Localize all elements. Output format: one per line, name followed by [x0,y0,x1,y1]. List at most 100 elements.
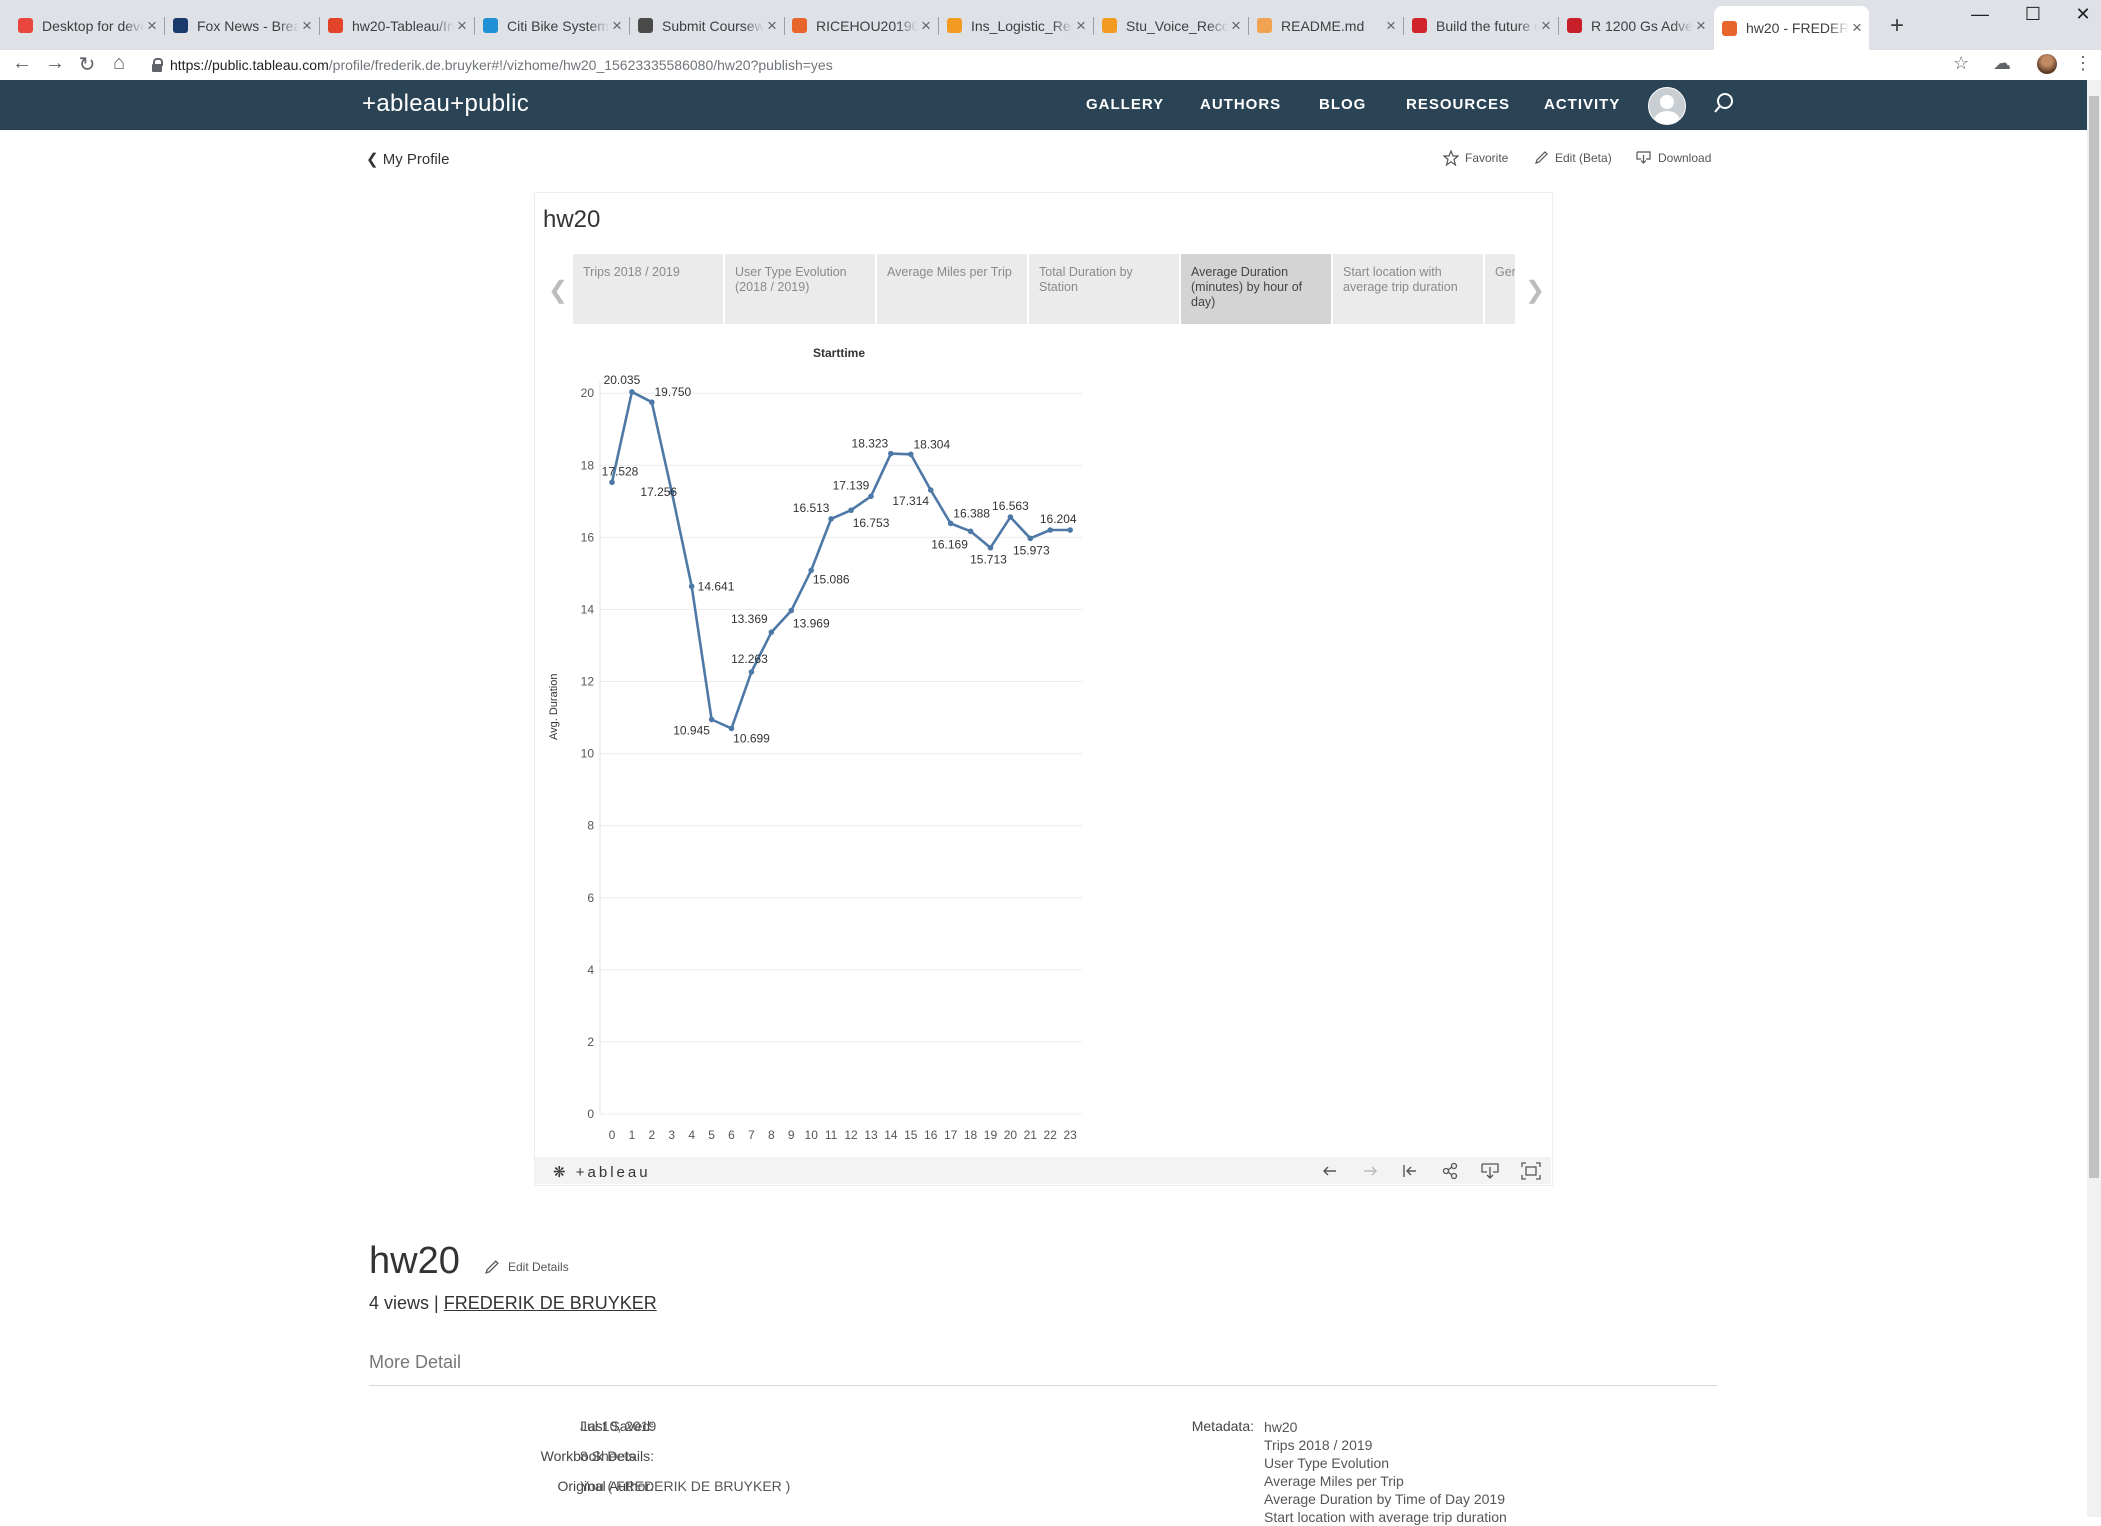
revert-icon[interactable] [1399,1161,1421,1181]
close-tab-icon[interactable]: × [1073,16,1089,36]
sheet-tab-avg-miles[interactable]: Average Miles per Trip [877,254,1027,324]
nav-gallery[interactable]: GALLERY [1086,96,1164,113]
sheet-tab-trips[interactable]: Trips 2018 / 2019 [573,254,723,324]
new-tab-button[interactable]: + [1890,12,1904,40]
tab-title: Stu_Voice_Recogn [1126,17,1228,34]
download-button[interactable]: Download [1635,150,1711,165]
close-tab-icon[interactable]: × [1538,16,1554,36]
sheet-tab-start-location[interactable]: Start location with average trip duratio… [1333,254,1483,324]
close-window-icon[interactable]: ✕ [2068,4,2098,25]
browser-tab[interactable]: hw20 - FREDERIK× [1714,6,1869,50]
edit-beta-button[interactable]: Edit (Beta) [1534,150,1612,165]
tableau-mark-icon: ❋ [553,1164,569,1181]
browser-tab[interactable]: Submit Coursewo × [630,9,785,42]
sheet-tab-user-type[interactable]: User Type Evolution (2018 / 2019) [725,254,875,324]
close-tab-icon[interactable]: × [1228,16,1244,36]
close-tab-icon[interactable]: × [144,16,160,36]
page-scrollbar-thumb[interactable] [2089,96,2099,1178]
sheet-tab-gen-dur[interactable]: Gen Dur [1485,254,1515,324]
undo-icon[interactable] [1319,1161,1341,1181]
close-tab-icon[interactable]: × [764,16,780,36]
tab-favicon-icon [638,18,653,33]
metadata-item: User Type Evolution [1264,1455,1390,1471]
extension-icon[interactable]: ☁ [1993,53,2011,74]
close-tab-icon[interactable]: × [1693,16,1709,36]
section-divider [369,1385,1717,1386]
tab-favicon-icon [173,18,188,33]
last-saved-value: Jul 10, 2019 [580,1418,657,1434]
tabs-prev-arrow-icon[interactable]: ❮ [548,276,568,305]
reload-icon[interactable]: ↻ [74,52,100,77]
browser-tab[interactable]: hw20-Tableau/In × [320,9,475,42]
edit-details-label: Edit Details [508,1260,569,1274]
nav-authors[interactable]: AUTHORS [1200,96,1281,113]
tab-title: Submit Coursewo [662,17,764,34]
kebab-menu-icon[interactable]: ⋮ [2074,53,2092,74]
favorite-button[interactable]: Favorite [1443,150,1508,166]
browser-tab[interactable]: Citi Bike System D× [475,9,630,42]
tab-favicon-icon [1412,18,1427,33]
sheet-tab-total-duration[interactable]: Total Duration by Station [1029,254,1179,324]
tableau-toolbar-wordmark: +ableau [575,1164,651,1181]
close-tab-icon[interactable]: × [1383,16,1399,36]
tab-title: hw20-Tableau/In [352,17,454,34]
browser-tab[interactable]: RICEHOU2019021× [784,9,939,42]
url-host: https://public.tableau.com [170,57,329,73]
tab-favicon-icon [792,18,807,33]
sheet-tabs: Trips 2018 / 2019 User Type Evolution (2… [573,254,1515,324]
redo-icon[interactable] [1359,1161,1381,1181]
tabs-next-arrow-icon[interactable]: ❯ [1525,276,1545,305]
nav-blog[interactable]: BLOG [1319,96,1366,113]
close-tab-icon[interactable]: × [299,16,315,36]
forward-arrow-icon[interactable]: → [42,52,68,75]
tab-title: Citi Bike System D [507,17,609,34]
tab-favicon-icon [947,18,962,33]
tab-favicon-icon [328,18,343,33]
metadata-label: Metadata: [1191,1418,1254,1434]
browser-tab[interactable]: R 1200 Gs Adven × [1559,9,1713,42]
chevron-left-icon: ❮ [366,151,383,168]
nav-resources[interactable]: RESOURCES [1406,96,1510,113]
metadata-item: hw20 [1264,1419,1298,1435]
browser-tab[interactable]: Fox News - Break × [165,9,320,42]
star-outline-icon [1443,150,1459,166]
close-tab-icon[interactable]: × [1849,18,1865,38]
nav-activity[interactable]: ACTIVITY [1544,96,1620,113]
tableau-public-logo[interactable]: +ableau+public [362,90,529,118]
browser-profile-avatar[interactable] [2037,54,2057,74]
browser-tab[interactable]: Build the future o × [1404,9,1559,42]
fullscreen-icon[interactable] [1520,1161,1542,1181]
address-bar[interactable]: https://public.tableau.com/profile/frede… [144,52,1973,78]
home-icon[interactable]: ⌂ [106,52,132,75]
share-icon[interactable] [1439,1161,1461,1181]
favorite-label: Favorite [1465,151,1509,165]
user-avatar[interactable] [1648,87,1686,125]
close-tab-icon[interactable]: × [918,16,934,36]
browser-tab[interactable]: Desktop for deve × [10,9,165,42]
tab-favicon-icon [1567,18,1582,33]
my-profile-link[interactable]: ❮ My Profile [366,150,449,168]
tab-title: Ins_Logistic_Regr [971,17,1073,34]
minimize-icon[interactable]: — [1965,4,1995,25]
close-tab-icon[interactable]: × [454,16,470,36]
pencil-icon [485,1260,499,1274]
browser-tab[interactable]: README.md × [1249,9,1404,42]
chart-title: Starttime [813,346,866,360]
browser-nav-row: ← → ↻ ⌂ https://public.tableau.com/profi… [0,50,2101,80]
author-link[interactable]: FREDERIK DE BRUYKER [444,1293,657,1313]
lock-icon [152,58,163,72]
back-arrow-icon[interactable]: ← [9,52,35,75]
my-profile-label: My Profile [382,151,450,168]
search-icon[interactable] [1713,92,1735,114]
metadata-item: Average Miles per Trip [1264,1473,1404,1489]
download-viz-icon[interactable] [1479,1161,1501,1181]
star-icon[interactable]: ☆ [1953,53,1969,74]
maximize-icon[interactable]: ☐ [2018,4,2048,25]
close-tab-icon[interactable]: × [609,16,625,36]
original-author-value: You ( FREDERIK DE BRUYKER ) [580,1478,791,1494]
sheet-tab-avg-duration[interactable]: Average Duration (minutes) by hour of da… [1181,254,1331,324]
edit-details-button[interactable]: Edit Details [484,1259,569,1275]
browser-tab[interactable]: Ins_Logistic_Regr × [939,9,1094,42]
browser-tab[interactable]: Stu_Voice_Recogn× [1094,9,1249,42]
url-text: https://public.tableau.com/profile/frede… [170,57,833,73]
